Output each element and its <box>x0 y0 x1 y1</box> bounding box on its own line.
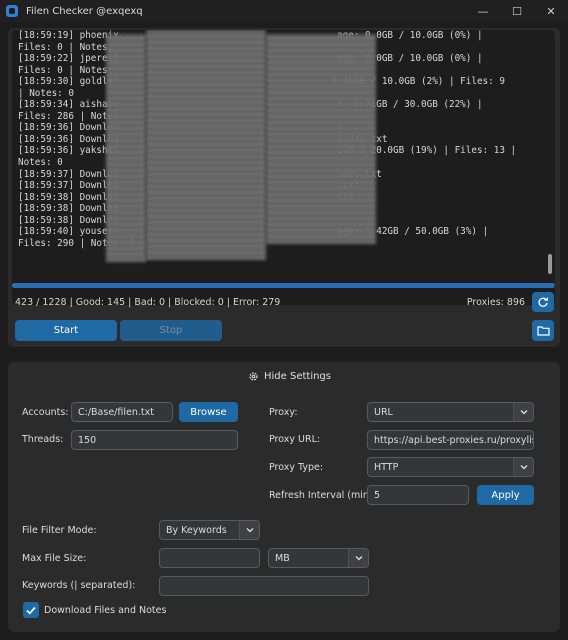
minimize-button[interactable]: — <box>466 0 500 22</box>
hide-settings-toggle[interactable]: Hide Settings <box>248 371 331 382</box>
checkmark-icon <box>26 606 36 615</box>
checker-panel: [18:59:19] phoenix... age: 0.0GB / 10.0G… <box>8 28 560 347</box>
settings-panel: Hide Settings Accounts: C:/Base/filen.tx… <box>8 362 560 632</box>
proxy-url-label: Proxy URL: <box>269 434 321 445</box>
apply-button[interactable]: Apply <box>477 485 534 505</box>
file-filter-mode-value: By Keywords <box>166 524 227 536</box>
open-folder-button[interactable] <box>532 320 554 341</box>
redacted-area <box>106 34 146 262</box>
redacted-area <box>146 30 266 260</box>
start-button[interactable]: Start <box>15 320 117 341</box>
app-icon <box>6 5 18 17</box>
file-filter-mode-label: File Filter Mode: <box>22 525 97 536</box>
log-console[interactable]: [18:59:19] phoenix... age: 0.0GB / 10.0G… <box>12 30 555 305</box>
proxy-source-select[interactable]: URL <box>367 402 534 422</box>
file-filter-mode-select[interactable]: By Keywords <box>159 520 260 540</box>
download-files-label: Download Files and Notes <box>44 605 167 616</box>
proxy-url-input[interactable]: https://api.best-proxies.ru/proxylist.tx… <box>367 430 534 450</box>
proxy-type-value: HTTP <box>374 461 399 473</box>
hide-settings-label: Hide Settings <box>264 371 331 382</box>
window-controls: — ☐ ✕ <box>466 0 568 22</box>
proxy-label: Proxy: <box>269 407 298 418</box>
status-stats: 423 / 1228 | Good: 145 | Bad: 0 | Blocke… <box>15 297 281 308</box>
browse-button[interactable]: Browse <box>179 402 238 422</box>
close-button[interactable]: ✕ <box>534 0 568 22</box>
chevron-down-icon <box>348 549 368 567</box>
progress-fill <box>12 283 555 288</box>
size-unit-value: MB <box>275 552 290 564</box>
proxy-count: Proxies: 896 <box>466 297 525 308</box>
threads-label: Threads: <box>22 434 64 445</box>
proxy-source-value: URL <box>374 406 393 418</box>
threads-input[interactable]: 150 <box>71 430 238 450</box>
refresh-interval-label: Refresh Interval (min): <box>269 490 376 501</box>
log-scrollbar[interactable] <box>548 254 552 274</box>
size-unit-select[interactable]: MB <box>268 548 369 568</box>
keywords-input[interactable] <box>159 576 369 596</box>
proxy-type-select[interactable]: HTTP <box>367 457 534 477</box>
keywords-label: Keywords (| separated): <box>22 580 136 591</box>
download-files-checkbox[interactable] <box>23 602 39 618</box>
redacted-area <box>266 34 376 244</box>
max-file-size-input[interactable] <box>159 548 260 568</box>
chevron-down-icon <box>513 403 533 421</box>
stop-button[interactable]: Stop <box>120 320 222 341</box>
maximize-button[interactable]: ☐ <box>500 0 534 22</box>
refresh-icon <box>538 297 549 307</box>
chevron-down-icon <box>513 458 533 476</box>
refresh-proxies-button[interactable] <box>532 292 554 312</box>
accounts-path-input[interactable]: C:/Base/filen.txt <box>71 402 173 422</box>
gear-icon <box>249 372 258 381</box>
chevron-down-icon <box>239 521 259 539</box>
proxy-type-label: Proxy Type: <box>269 462 324 473</box>
window-title: Filen Checker @exqexq <box>26 5 143 17</box>
max-file-size-label: Max File Size: <box>22 553 87 564</box>
refresh-interval-input[interactable]: 5 <box>367 485 469 505</box>
progress-bar <box>12 283 555 288</box>
folder-icon <box>536 326 550 336</box>
title-bar: Filen Checker @exqexq — ☐ ✕ <box>0 0 568 22</box>
accounts-label: Accounts: <box>22 407 69 418</box>
